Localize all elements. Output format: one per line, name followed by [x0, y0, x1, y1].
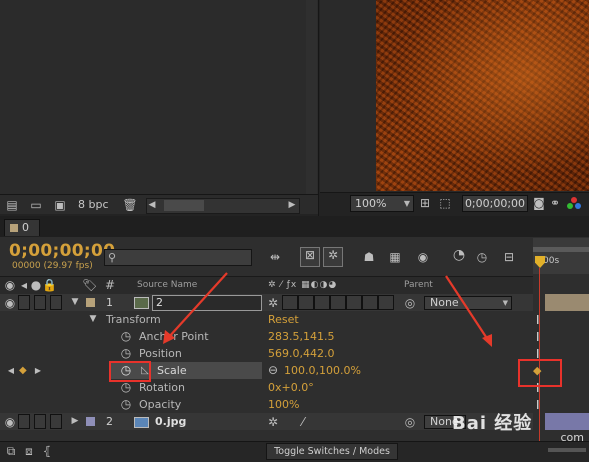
arrow-to-keyframe	[445, 275, 492, 347]
arrow-to-stopwatch	[163, 272, 228, 344]
watermark-sub: com	[560, 431, 585, 444]
annotation-arrows	[163, 272, 492, 347]
watermark-text: Bai 经验	[452, 413, 533, 434]
watermark: Bai 经验 com	[452, 409, 586, 445]
